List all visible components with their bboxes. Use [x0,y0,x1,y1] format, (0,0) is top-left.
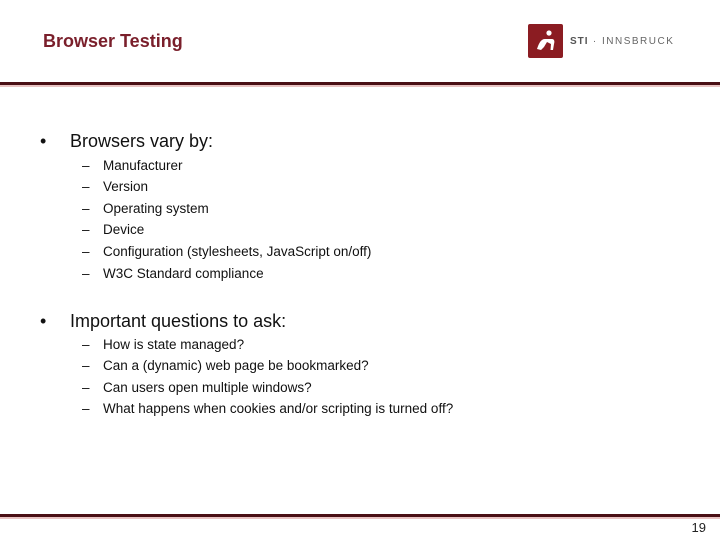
dash-icon: – [82,158,90,173]
section-heading: Important questions to ask: [70,311,287,331]
page-number: 19 [691,520,706,535]
slide-title: Browser Testing [43,31,183,51]
logo-brand-bold: STI [570,35,589,47]
list-item: – Configuration (stylesheets, JavaScript … [82,244,372,259]
logo-brand-rest: INNSBRUCK [601,35,675,47]
list-item: – W3C Standard compliance [82,266,264,281]
dash-icon: – [82,222,90,237]
footer-divider-shadow [0,517,720,519]
dash-icon: – [82,337,90,352]
dash-icon: – [82,358,90,373]
list-item: – Can users open multiple windows? [82,380,312,395]
logo-separator: · [592,35,598,47]
list-item: – Version [82,179,149,194]
dash-icon: – [82,179,90,194]
list-item: – What happens when cookies and/or script… [82,401,454,416]
dash-icon: – [82,380,90,395]
logo-text: STI · INNSBRUCK [570,36,674,47]
list-item: – Operating system [82,201,209,216]
section-heading: Browsers vary by: [70,131,214,151]
dash-icon: – [82,401,90,416]
dash-icon: – [82,201,90,216]
list-item: – Can a (dynamic) web page be bookmarked? [82,358,369,373]
dash-icon: – [82,244,90,259]
list-item: – How is state managed? [82,337,245,352]
sti-innsbruck-logo: STI · INNSBRUCK [528,24,674,58]
list-item: – Manufacturer [82,158,183,173]
bullet-icon: • [40,131,47,151]
bullet-icon: • [40,311,47,331]
runner-icon [528,24,563,58]
header-divider-shadow [0,85,720,87]
list-item: – Device [82,222,145,237]
dash-icon: – [82,266,90,281]
